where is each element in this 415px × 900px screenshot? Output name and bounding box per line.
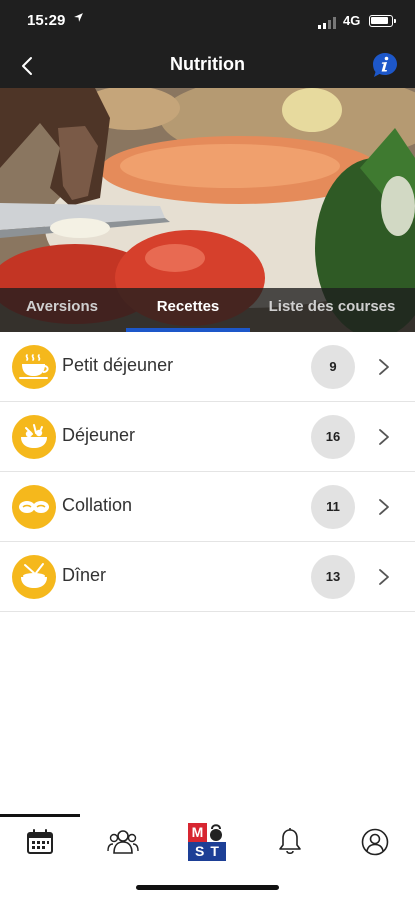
list-item-diner[interactable]: Dîner 13 [0,542,415,612]
dinner-bowl-icon [12,555,56,599]
tab-recettes[interactable]: Recettes [126,288,250,332]
status-bar: 15:29 4G [0,0,415,44]
chevron-right-icon [378,568,390,586]
info-button[interactable] [371,51,399,79]
network-type: 4G [343,13,361,28]
profile-icon [361,828,389,856]
meal-label: Dîner [62,565,107,585]
bottom-tab-bar: M ST [0,817,415,869]
meal-label: Petit déjeuner [62,355,174,375]
recipe-count-badge: 16 [311,415,355,459]
bell-icon [279,828,301,855]
profile-tab[interactable] [358,825,392,859]
navigation-bar: Nutrition [0,44,415,88]
salad-bowl-icon [12,415,56,459]
calendar-icon [27,829,53,854]
signal-icon [318,16,338,29]
segment-tabs: Aversions Recettes Liste des courses [0,288,415,332]
community-tab[interactable] [106,825,140,859]
notifications-tab[interactable] [273,825,307,859]
meal-label: Collation [62,495,133,515]
list-item-petit-dejeuner[interactable]: Petit déjeuner 9 [0,332,415,402]
group-icon [107,830,139,854]
battery-icon [369,15,396,27]
tab-liste-des-courses[interactable]: Liste des courses [262,288,402,332]
tab-aversions[interactable]: Aversions [14,288,110,332]
mst-logo-bottom: ST [188,842,226,861]
recipe-count-badge: 9 [311,345,355,389]
snack-icon [12,485,56,529]
chevron-right-icon [378,428,390,446]
location-arrow-icon [73,12,84,26]
meal-list: Petit déjeuner 9 Déjeuner 16 Collation 1… [0,332,415,612]
recipe-count-badge: 11 [311,485,355,529]
chevron-right-icon [378,498,390,516]
mst-logo-tab[interactable]: M ST [188,823,226,861]
battery-level [371,17,388,24]
info-icon [373,53,397,77]
page-title: Nutrition [170,54,245,74]
list-item-collation[interactable]: Collation 11 [0,472,415,542]
coffee-cup-icon [12,345,56,389]
recipe-count-badge: 13 [311,555,355,599]
list-item-dejeuner[interactable]: Déjeuner 16 [0,402,415,472]
status-time: 15:29 [27,12,66,29]
mst-logo-top: M [188,823,207,842]
kettlebell-icon [209,823,223,842]
home-indicator [136,885,279,890]
meal-label: Déjeuner [62,425,136,445]
chevron-right-icon [378,358,390,376]
calendar-tab[interactable] [23,825,57,859]
